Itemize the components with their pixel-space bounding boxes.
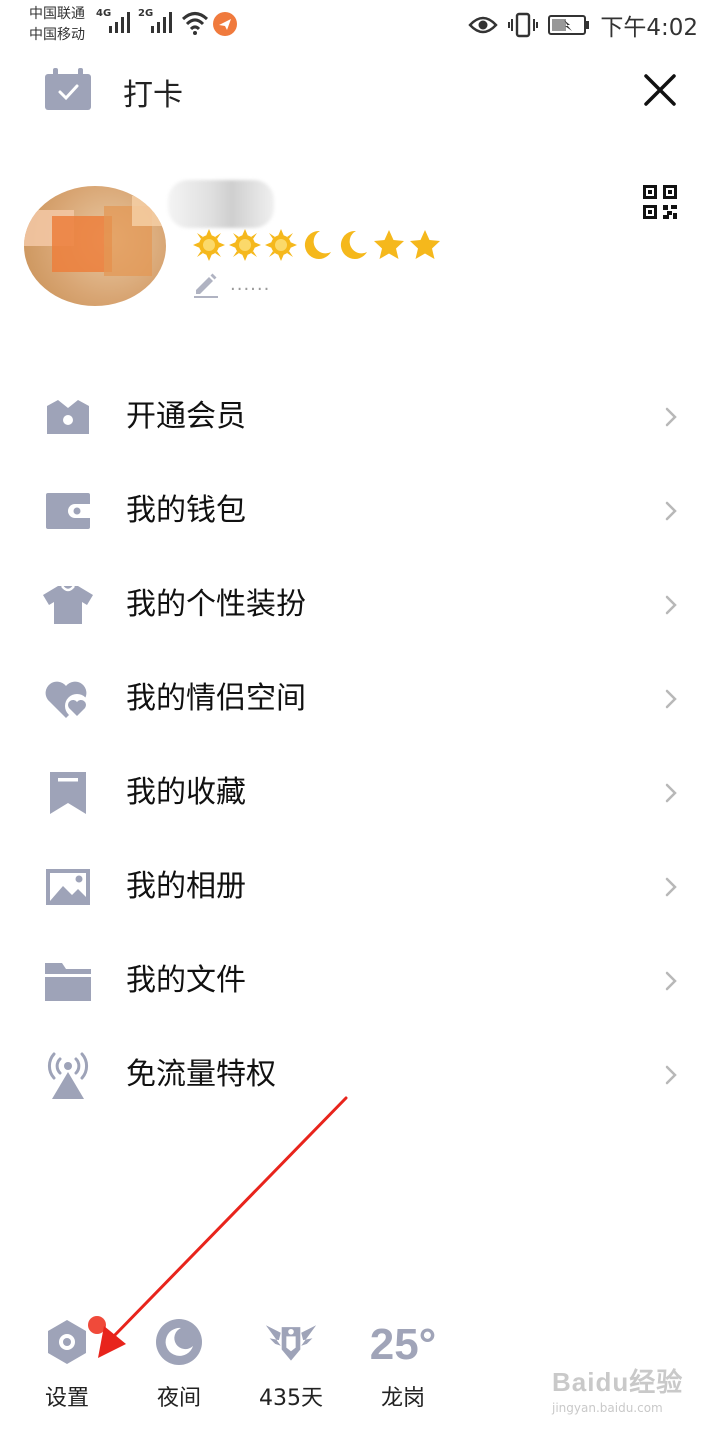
chevron-right-icon bbox=[665, 1065, 677, 1085]
close-button[interactable] bbox=[640, 70, 680, 110]
active-days-label: 435天 bbox=[259, 1386, 323, 1411]
chevron-right-icon bbox=[665, 689, 677, 709]
chevron-right-icon bbox=[665, 595, 677, 615]
moon-icon bbox=[340, 230, 367, 259]
folder-icon bbox=[42, 957, 94, 1005]
couple-heart-icon bbox=[42, 675, 94, 723]
weather-button[interactable]: 25° 龙岗 bbox=[348, 1300, 458, 1420]
chevron-right-icon bbox=[665, 877, 677, 897]
qr-code-button[interactable] bbox=[642, 184, 678, 220]
status-time: 下午4:02 bbox=[600, 15, 698, 41]
settings-label: 设置 bbox=[44, 1386, 89, 1411]
signal-1-icon: 4G bbox=[96, 8, 134, 38]
carrier-2: 中国移动 bbox=[29, 27, 85, 43]
menu-item-album[interactable]: 我的相册 bbox=[0, 840, 720, 934]
calendar-check-icon[interactable] bbox=[45, 68, 91, 110]
menu-item-label: 我的收藏 bbox=[126, 775, 246, 810]
night-mode-button[interactable]: 夜间 bbox=[124, 1300, 234, 1420]
bookmark-icon bbox=[42, 769, 94, 817]
menu-item-vip[interactable]: 开通会员 bbox=[0, 370, 720, 464]
network-type-2: 2G bbox=[138, 8, 154, 19]
watermark-sub: jingyan.baidu.com bbox=[552, 1401, 663, 1415]
menu-item-personalization[interactable]: 我的个性装扮 bbox=[0, 558, 720, 652]
menu-item-label: 我的相册 bbox=[126, 869, 246, 904]
battery-charging-icon bbox=[548, 15, 590, 35]
nickname-blurred[interactable] bbox=[168, 180, 274, 228]
sun-icon bbox=[265, 229, 297, 261]
carrier-labels: 中国联通 中国移动 bbox=[29, 4, 85, 46]
menu-item-label: 我的钱包 bbox=[126, 493, 246, 528]
weather-temperature: 25° bbox=[369, 1320, 437, 1369]
baidu-jingyan-watermark: Baidu经验 jingyan.baidu.com bbox=[552, 1362, 702, 1426]
drawer-header: 打卡 bbox=[0, 56, 720, 124]
chevron-right-icon bbox=[665, 783, 677, 803]
antenna-icon bbox=[42, 1051, 94, 1099]
eye-comfort-icon bbox=[468, 16, 498, 34]
level-badges[interactable] bbox=[192, 228, 442, 262]
menu-item-label: 我的文件 bbox=[126, 963, 246, 998]
watermark-main: Baidu经验 bbox=[552, 1367, 684, 1397]
shirt-icon bbox=[42, 581, 94, 629]
photo-icon bbox=[42, 863, 94, 911]
notification-badge bbox=[88, 1316, 106, 1334]
close-icon bbox=[644, 74, 676, 106]
chevron-right-icon bbox=[665, 971, 677, 991]
weather-location: 龙岗 bbox=[380, 1386, 425, 1411]
menu-item-favorites[interactable]: 我的收藏 bbox=[0, 746, 720, 840]
signature-row[interactable]: ...... bbox=[192, 268, 270, 300]
settings-gear-icon bbox=[40, 1316, 94, 1368]
wallet-icon bbox=[42, 487, 94, 535]
star-icon bbox=[410, 230, 440, 259]
menu-item-wallet[interactable]: 我的钱包 bbox=[0, 464, 720, 558]
wifi-icon bbox=[181, 10, 209, 40]
menu-item-label: 免流量特权 bbox=[126, 1057, 276, 1092]
moon-icon bbox=[304, 230, 331, 259]
carrier-1: 中国联通 bbox=[29, 6, 85, 22]
menu-item-couple-space[interactable]: 我的情侣空间 bbox=[0, 652, 720, 746]
winged-badge-icon bbox=[264, 1316, 318, 1368]
app-notification-icon bbox=[212, 11, 238, 41]
settings-button[interactable]: 设置 bbox=[12, 1300, 122, 1420]
menu-item-label: 我的个性装扮 bbox=[126, 587, 306, 622]
crown-icon bbox=[42, 393, 94, 441]
menu-item-data-free[interactable]: 免流量特权 bbox=[0, 1028, 720, 1122]
pencil-icon bbox=[194, 273, 218, 298]
network-type-1: 4G bbox=[96, 8, 112, 19]
menu-item-label: 开通会员 bbox=[126, 399, 246, 434]
menu-item-label: 我的情侣空间 bbox=[126, 681, 306, 716]
star-icon bbox=[374, 230, 404, 259]
chevron-right-icon bbox=[665, 501, 677, 521]
signature-text: ...... bbox=[230, 273, 271, 295]
avatar[interactable] bbox=[24, 186, 166, 306]
active-days-button[interactable]: 435天 bbox=[236, 1300, 346, 1420]
status-right-cluster: 下午4:02 bbox=[468, 8, 698, 42]
chevron-right-icon bbox=[665, 407, 677, 427]
night-mode-icon bbox=[152, 1316, 206, 1368]
signal-2-icon: 2G bbox=[138, 8, 176, 38]
sun-icon bbox=[193, 229, 225, 261]
vibrate-icon bbox=[508, 12, 539, 38]
menu-item-files[interactable]: 我的文件 bbox=[0, 934, 720, 1028]
status-bar: 中国联通 中国移动 4G 2G 下午4:02 bbox=[0, 0, 720, 50]
checkin-label[interactable]: 打卡 bbox=[123, 70, 183, 114]
sun-icon bbox=[229, 229, 261, 261]
night-mode-label: 夜间 bbox=[156, 1386, 201, 1411]
qr-code-icon bbox=[643, 185, 677, 219]
